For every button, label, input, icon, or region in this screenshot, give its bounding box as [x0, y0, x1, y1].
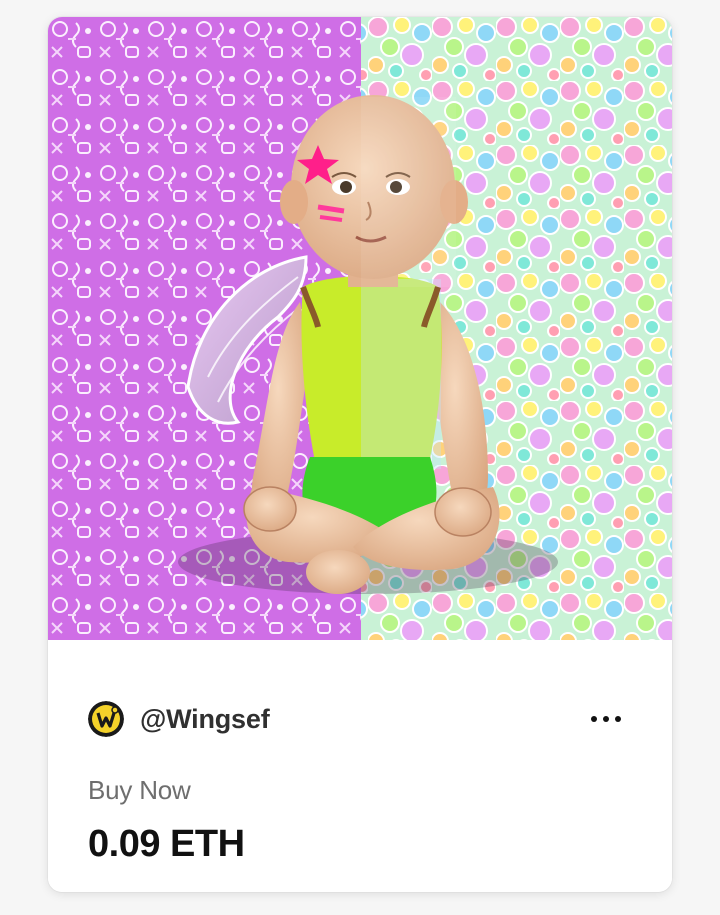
nft-card[interactable]: @Wingsef Buy Now 0.09 ETH	[48, 17, 672, 892]
more-options-icon	[588, 716, 624, 722]
sale-type-label: Buy Now	[88, 775, 191, 805]
price-value: 0.09 ETH	[88, 823, 245, 865]
creator-avatar-logo-icon	[88, 701, 124, 737]
more-options-button[interactable]	[584, 702, 628, 736]
creator-handle: @Wingsef	[140, 703, 270, 734]
nft-artwork-image	[48, 17, 672, 640]
nft-artwork[interactable]	[48, 17, 672, 640]
card-footer: @Wingsef Buy Now 0.09 ETH	[48, 640, 672, 892]
creator-link[interactable]: @Wingsef	[88, 701, 270, 737]
